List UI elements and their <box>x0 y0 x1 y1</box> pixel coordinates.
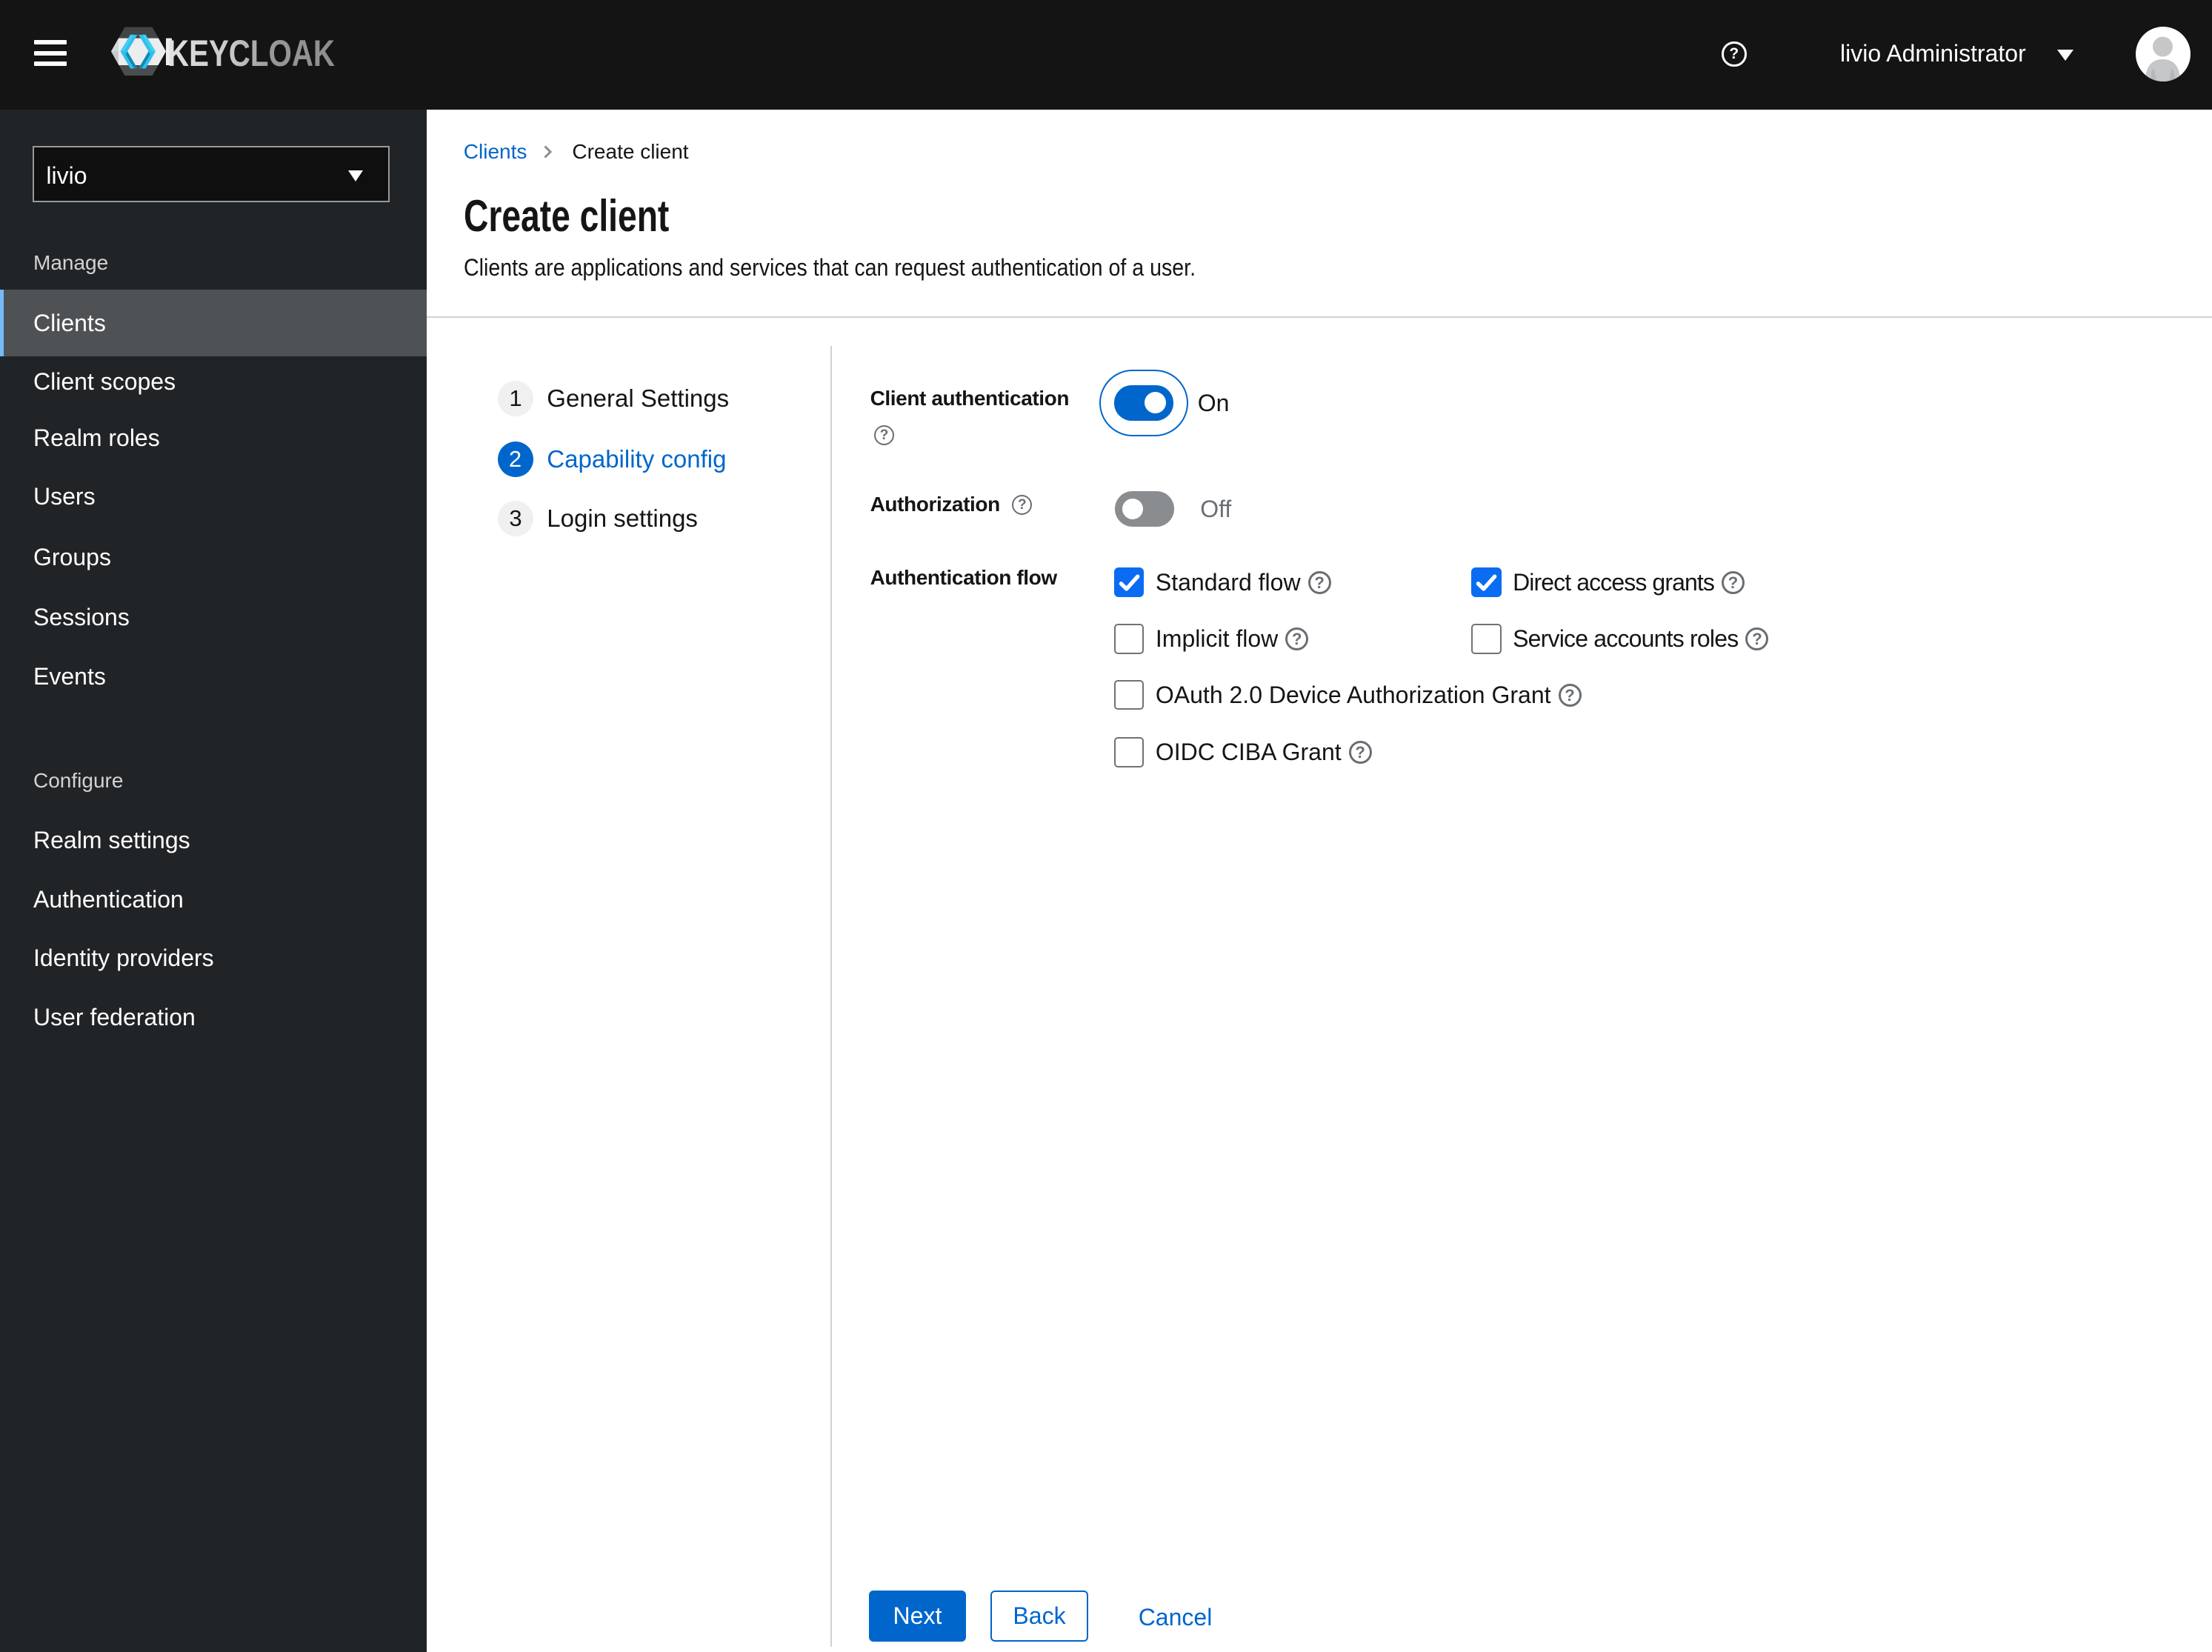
svg-text:KEYCLOAK: KEYCLOAK <box>167 33 335 74</box>
